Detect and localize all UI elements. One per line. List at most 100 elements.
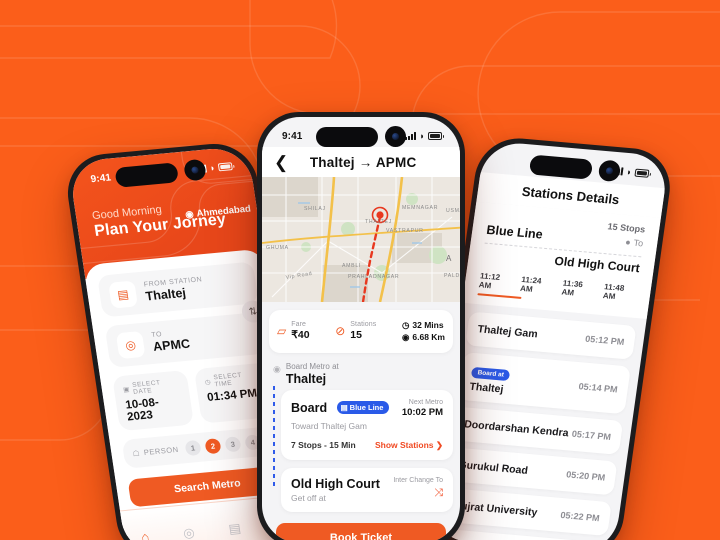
to-station-value: APMC — [152, 336, 191, 354]
front-camera-icon — [182, 158, 208, 182]
person-count-3[interactable]: 3 — [224, 436, 242, 453]
fare-item: ▱ Fare ₹40 — [277, 321, 310, 341]
board-metro-header: ◉ Board Metro at Thaltej — [262, 353, 460, 388]
trip-card-top: Board ▤ Blue Line Next Metro 10:02 PM — [291, 399, 443, 418]
stations-label: Stations — [350, 321, 377, 329]
person-count-2[interactable]: 2 — [204, 438, 222, 455]
station-name: Thaltej Gam — [476, 323, 539, 341]
metro-icon: ▤ — [340, 402, 348, 412]
distance-icon: ◉ — [401, 332, 410, 343]
tab-ticket[interactable]: ▤ — [227, 520, 242, 537]
station-time: 05:12 PM — [584, 333, 625, 347]
from-station-field[interactable]: ▤ FROM STATION Thaltej — [97, 261, 259, 318]
phone-center: 9:41 ◗ ❮ Thaltej → APMC SHILAJ THALTEJ M… — [257, 112, 465, 540]
select-date-field[interactable]: ▣ SELECT DATE 10-08-2023 — [112, 369, 195, 432]
tab-home[interactable]: ⌂ — [140, 529, 150, 540]
duration-distance-item: ◷ 32 Mins ◉ 6.68 Km — [402, 319, 445, 344]
calendar-icon: ▣ — [122, 386, 131, 394]
board-at-badge: Board at — [470, 366, 511, 382]
book-ticket-button[interactable]: Book Ticket — [276, 523, 446, 540]
person-count-1[interactable]: 1 — [184, 439, 202, 457]
fare-label: Fare — [291, 321, 307, 329]
show-stations-link[interactable]: Show Stations ❯ — [375, 440, 443, 451]
svg-text:AMBLI: AMBLI — [342, 263, 361, 269]
wifi-icon: ◗ — [419, 131, 425, 141]
station-row[interactable]: Gujrat University 05:22 PM — [440, 487, 612, 537]
station-row[interactable]: Gurukul Road 05:20 PM — [446, 447, 618, 496]
departure-time[interactable]: 11:48 AM — [602, 282, 637, 303]
departure-time[interactable]: 11:36 AM — [561, 279, 596, 300]
destination-dot-icon: ● — [624, 236, 632, 248]
center-nav-bar: ❮ Thaltej → APMC — [262, 147, 460, 177]
blue-line-badge: ▤ Blue Line — [336, 400, 390, 414]
get-off-card[interactable]: Old High Court Get off at Inter Change T… — [281, 467, 453, 512]
departure-time[interactable]: 11:24 AM — [520, 275, 555, 296]
select-time-label: ◷ SELECT TIME — [204, 371, 243, 389]
fare-value: ₹40 — [291, 329, 310, 342]
station-row[interactable]: Doordarshan Kendra 05:17 PM — [451, 406, 624, 455]
departure-time[interactable]: 11:12 AM — [478, 271, 513, 292]
wifi-icon: ◗ — [209, 162, 217, 174]
svg-text:A: A — [446, 254, 452, 263]
departure-times: 11:12 AM 11:24 AM 11:36 AM 11:48 AM — [478, 271, 637, 303]
station-row[interactable]: Board at Thaltej 05:14 PM — [457, 352, 631, 415]
route-map[interactable]: SHILAJ THALTEJ MEMNAGAR USMA VASTRAPUR G… — [262, 177, 460, 302]
destination-station: Old High Court — [553, 253, 641, 276]
board-metro-label: Board Metro at — [285, 361, 339, 371]
station-name: Doordarshan Kendra — [463, 418, 570, 440]
svg-text:PRAHLADNAGAR: PRAHLADNAGAR — [348, 274, 399, 280]
fare-summary-card: ▱ Fare ₹40 ⊘ Stations 15 ◷ 32 Mins ◉ 6.6… — [269, 310, 453, 353]
destination-label: ● To — [624, 236, 644, 249]
front-camera-icon — [385, 126, 406, 147]
next-metro-label: Next Metro — [408, 398, 443, 406]
svg-text:USMA: USMA — [446, 208, 460, 214]
duration-row: ◷ 32 Mins — [402, 319, 445, 331]
route-summary-card: 15 Stops Blue Line ● To Old High Court 1… — [462, 201, 661, 319]
toward-text: Toward Thaltej Gam — [291, 420, 367, 431]
svg-text:VASTRAPUR: VASTRAPUR — [386, 228, 424, 234]
board-trip-card[interactable]: Board ▤ Blue Line Next Metro 10:02 PM To… — [281, 389, 453, 460]
stations-value: 15 — [350, 329, 362, 342]
trip-card-bottom: 7 Stops - 15 Min Show Stations ❯ — [291, 440, 443, 451]
metro-train-icon: ▤ — [108, 280, 138, 309]
person-icon: ☖ — [132, 448, 141, 459]
center-screen: 9:41 ◗ ❮ Thaltej → APMC SHILAJ THALTEJ M… — [262, 117, 460, 540]
right-screen: ◗ Stations Details 15 Stops Blue Line ● … — [429, 140, 670, 540]
distance-row: ◉ 6.68 Km — [402, 331, 445, 343]
route-timeline: Board ▤ Blue Line Next Metro 10:02 PM To… — [262, 385, 460, 512]
to-station-field[interactable]: ◎ TO APMC ⇅ — [104, 299, 267, 368]
svg-text:PALDI: PALDI — [444, 273, 460, 279]
shuffle-icon[interactable]: ⤨ — [393, 487, 443, 500]
station-time: 05:17 PM — [571, 428, 612, 443]
station-name: Gurukul Road — [457, 458, 529, 477]
stops-duration: 7 Stops - 15 Min — [291, 440, 356, 451]
center-dynamic-island — [316, 126, 406, 147]
front-camera-icon — [597, 159, 621, 183]
svg-text:MEMNAGAR: MEMNAGAR — [402, 205, 438, 211]
stations-item: ⊘ Stations 15 — [335, 321, 376, 341]
location-target-icon: ◎ — [115, 330, 146, 360]
station-row[interactable]: Thaltej Gam 05:12 PM — [465, 311, 637, 360]
next-metro-time: 10:02 PM — [401, 406, 443, 418]
select-date-value: 10-08-2023 — [124, 396, 160, 424]
no-entry-icon: ⊘ — [335, 324, 346, 339]
active-time-underline — [477, 293, 522, 299]
duration-value: 32 Mins — [412, 320, 444, 330]
clock-icon: ◷ — [401, 320, 410, 330]
battery-icon — [217, 162, 233, 172]
get-off-station: Old High Court — [291, 476, 380, 491]
metro-station-icon: ◉ — [273, 363, 281, 374]
get-off-top: Old High Court Get off at Inter Change T… — [291, 477, 443, 503]
metro-line-name: Blue Line — [485, 222, 544, 242]
svg-text:SHILAJ: SHILAJ — [304, 206, 326, 212]
board-label: Board — [291, 400, 328, 415]
island-pill — [316, 126, 378, 147]
select-time-value: 01:34 PM — [206, 387, 258, 404]
island-pill — [528, 153, 593, 180]
svg-text:GHUMA: GHUMA — [266, 245, 289, 251]
tab-location[interactable]: ◎ — [182, 524, 196, 540]
date-time-row: ▣ SELECT DATE 10-08-2023 ◷ SELECT TIME 0… — [112, 362, 276, 432]
status-time: 9:41 — [89, 171, 112, 185]
page-title: Stations Details — [521, 183, 621, 207]
clock-icon: ◷ — [204, 378, 212, 387]
